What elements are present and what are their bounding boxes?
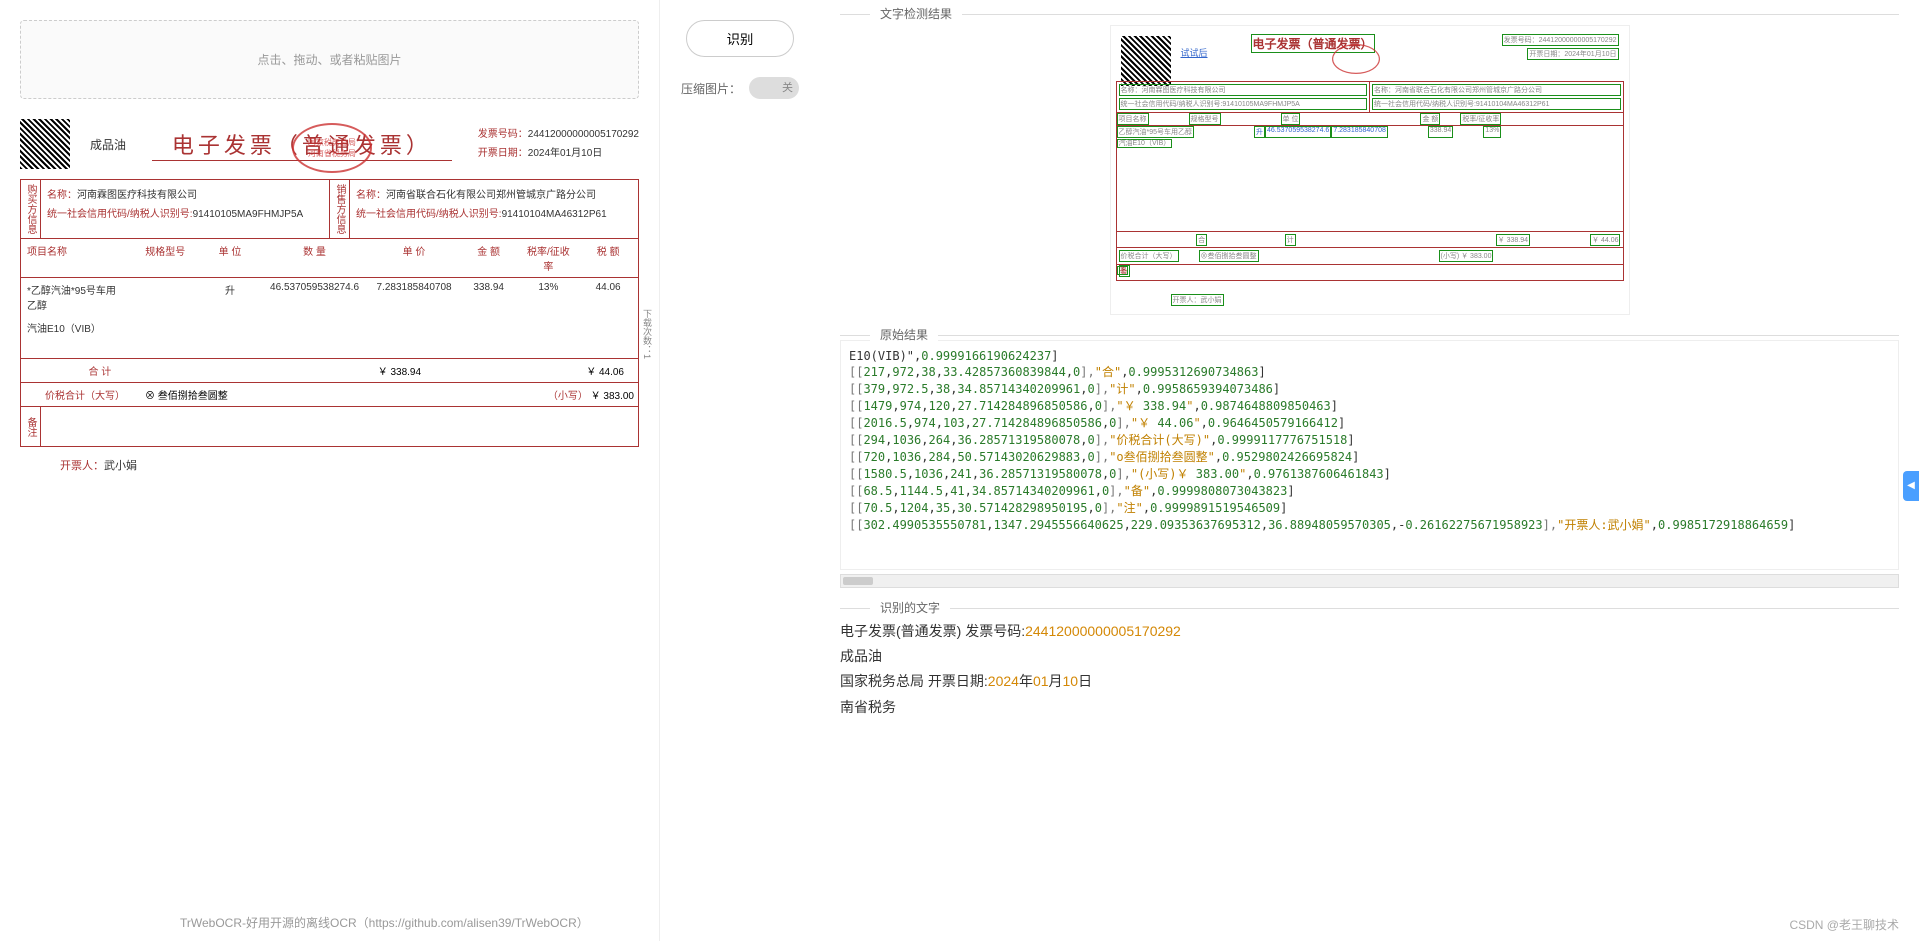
preview-link[interactable]: 试试后 (1181, 46, 1208, 59)
invoice-preview: 下载次数：1 成品油 电子发票（普通发票） 国家税务总局 河南省税务局 发票号码… (20, 119, 639, 473)
download-count: 下载次数：1 (641, 309, 654, 359)
buyer-tax: 91410105MA9FHMJP5A (193, 209, 304, 220)
date-label: 开票日期： (478, 148, 528, 159)
seller-tax: 91410104MA46312P61 (502, 209, 607, 220)
total-cn: 叁佰捌拾叁圆整 (158, 391, 228, 402)
recognized-text: 电子发票(普通发票) 发票号码:24412000000005170292 成品油… (840, 619, 1899, 720)
items-header: 项目名称 规格型号 单 位 数 量 单 价 金 额 税率/征收率 税 额 (21, 239, 638, 278)
invoice-meta: 发票号码：24412000000005170292 开票日期：2024年01月1… (478, 125, 639, 163)
rec-line1b: 24412000000005170292 (1025, 623, 1181, 639)
item-name: *乙醇汽油*95号车用乙醇 (21, 278, 130, 316)
col-unit: 单 位 (200, 239, 260, 277)
raw-results[interactable]: E10(VIB)",0.9999166190624237][[217,972,3… (840, 340, 1899, 570)
item-name2: 汽油E10（VIB） (21, 316, 131, 339)
issuer-name: 武小娟 (104, 460, 137, 472)
remark-label: 备注 (21, 407, 41, 446)
compress-toggle[interactable]: 关 (749, 77, 799, 99)
rec-line2: 成品油 (840, 644, 1899, 669)
item-qty: 46.537059538274.6 (260, 278, 369, 316)
item-rate: 13% (519, 278, 579, 316)
section-raw-title: 原始结果 (870, 326, 938, 343)
number-label: 发票号码： (478, 129, 528, 140)
rec-y2: 年 (1019, 673, 1033, 689)
section-detect-title: 文字检测结果 (870, 5, 962, 22)
item-amount: 338.94 (459, 278, 519, 316)
invoice-number: 24412000000005170292 (528, 129, 639, 140)
recognize-button[interactable]: 识别 (686, 20, 795, 57)
sum-amount: ￥ 338.94 (325, 363, 475, 378)
right-panel: 文字检测结果 试试后 电子发票（普通发票） 发票号码：2441200000000… (820, 0, 1919, 941)
col-rate: 税率/征收率 (519, 239, 579, 277)
total-small: ￥ 383.00 (591, 391, 634, 402)
item-price: 7.283185840708 (369, 278, 459, 316)
section-text-title: 识别的文字 (870, 599, 950, 616)
buyer-vlabel: 购买方信息 (21, 180, 41, 238)
col-spec: 规格型号 (130, 239, 200, 277)
rec-m: 01 (1033, 673, 1049, 689)
col-name: 项目名称 (21, 239, 130, 277)
dbox-date-label: 开票日期：2024年01月10日 (1527, 48, 1618, 60)
col-tax: 税 额 (578, 239, 638, 277)
sum-row: 合 计 ￥ 338.94 ￥ 44.06 (21, 358, 638, 382)
detect-preview: 试试后 电子发票（普通发票） 发票号码：24412000000005170292… (1110, 25, 1630, 315)
oil-label: 成品油 (90, 136, 126, 153)
seller-vlabel: 销售方信息 (330, 180, 350, 238)
rec-line4: 南省税务 (840, 695, 1899, 720)
issuer-label: 开票人： (60, 460, 104, 472)
dbox-issuer: 开票人：武小娟 (1171, 294, 1224, 306)
buyer-name-label: 名称： (47, 190, 77, 201)
buyer-name: 河南霖图医疗科技有限公司 (77, 190, 197, 201)
side-tab[interactable]: ◀ (1903, 471, 1919, 501)
dbox-num-label: 发票号码：24412000000005170292 (1502, 34, 1619, 46)
rec-d2: 日 (1078, 673, 1092, 689)
sum-tax: ￥ 44.06 (474, 363, 634, 378)
item-spec (130, 278, 200, 316)
col-price: 单 价 (369, 239, 459, 277)
invoice-date: 2024年01月10日 (528, 148, 603, 159)
total-row: 价税合计（大写） ⊗ 叁佰捌拾叁圆整 （小写） ￥ 383.00 (21, 382, 638, 406)
stamp-small (1332, 44, 1380, 74)
seller-tax-label: 统一社会信用代码/纳税人识别号: (356, 209, 502, 220)
col-amount: 金 额 (459, 239, 519, 277)
qr-small (1121, 36, 1171, 86)
seller-name-label: 名称： (356, 190, 386, 201)
rec-line1a: 电子发票(普通发票) 发票号码: (840, 623, 1025, 639)
left-panel: 点击、拖动、或者粘贴图片 下载次数：1 成品油 电子发票（普通发票） 国家税务总… (0, 0, 660, 941)
sum-label: 合 计 (25, 363, 175, 378)
total-small-label: （小写） (548, 391, 588, 402)
rec-m2: 月 (1049, 673, 1063, 689)
seller-name: 河南省联合石化有限公司郑州管城京广路分公司 (386, 190, 596, 201)
rec-d: 10 (1063, 673, 1079, 689)
footer-text: TrWebOCR-好用开源的离线OCR（https://github.com/a… (180, 914, 589, 931)
item-row: *乙醇汽油*95号车用乙醇 升 46.537059538274.6 7.2831… (21, 278, 638, 316)
compress-label: 压缩图片： (681, 80, 741, 97)
col-qty: 数 量 (260, 239, 369, 277)
rec-line3a: 国家税务总局 开票日期: (840, 673, 988, 689)
toggle-off-label: 关 (782, 79, 793, 95)
stamp-line1: 国家税务总局 (308, 137, 356, 148)
mid-panel: 识别 压缩图片： 关 (660, 0, 820, 941)
rec-y: 2024 (988, 673, 1019, 689)
raw-scrollbar[interactable] (840, 574, 1899, 588)
dropzone[interactable]: 点击、拖动、或者粘贴图片 (20, 20, 639, 99)
item-tax: 44.06 (578, 278, 638, 316)
item-unit: 升 (200, 278, 260, 316)
buyer-tax-label: 统一社会信用代码/纳税人识别号: (47, 209, 193, 220)
total-label: 价税合计（大写） (45, 391, 125, 402)
tax-stamp: 国家税务总局 河南省税务局 (292, 123, 372, 173)
remark-row: 备注 (21, 406, 638, 446)
stamp-line2: 河南省税务局 (308, 148, 356, 159)
qr-code (20, 119, 70, 169)
watermark: CSDN @老王聊技术 (1789, 916, 1899, 933)
